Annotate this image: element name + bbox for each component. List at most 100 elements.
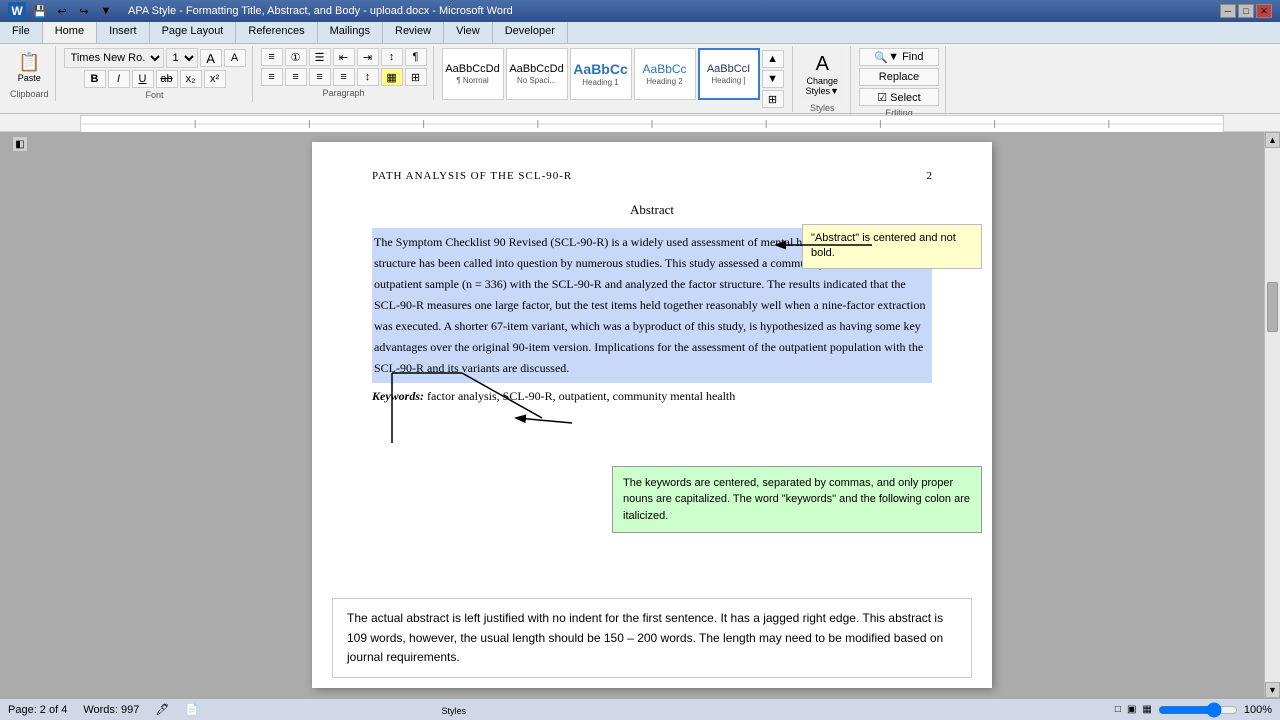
zoom-controls: □ ▣ ▦ 100% — [1115, 702, 1272, 718]
document-area: PATH ANALYSIS OF THE SCL-90-R 2 Abstract… — [40, 132, 1264, 698]
styles-more[interactable]: ⊞ — [762, 90, 784, 108]
select-label: ☑ Select — [877, 91, 921, 104]
track-changes-icon: 📄 — [185, 703, 199, 716]
replace-button[interactable]: Replace — [859, 68, 939, 86]
italic-button[interactable]: I — [108, 70, 130, 88]
style-no-spacing[interactable]: AaBbCcDd No Spaci... — [506, 48, 568, 100]
ruler — [80, 115, 1224, 131]
scroll-thumb[interactable] — [1267, 282, 1278, 332]
close-button[interactable]: ✕ — [1256, 4, 1272, 18]
style-h3-label: Heading ] — [711, 76, 745, 85]
save-button[interactable]: 💾 — [30, 3, 50, 19]
change-styles-label: ChangeStyles▼ — [806, 76, 839, 96]
annotation-keywords: The keywords are centered, separated by … — [612, 466, 982, 534]
scroll-track[interactable] — [1265, 148, 1280, 682]
change-styles-icon: A — [816, 53, 829, 76]
ribbon-content: 📋 Paste Clipboard Times New Ro... 12 A A… — [0, 44, 1280, 114]
change-styles-button[interactable]: A ChangeStyles▼ — [801, 48, 844, 101]
style-normal[interactable]: AaBbCcDd ¶ Normal — [442, 48, 504, 100]
status-bar: Page: 2 of 4 Words: 997 🖊 📄 □ ▣ ▦ 100% — [0, 698, 1280, 720]
tab-mailings[interactable]: Mailings — [318, 22, 383, 43]
view-single-button[interactable]: □ — [1115, 704, 1121, 715]
zoom-level: 100% — [1244, 704, 1272, 716]
tab-insert[interactable]: Insert — [97, 22, 150, 43]
title-bar-left: W 💾 ↩ ↪ ▼ APA Style - Formatting Title, … — [8, 2, 513, 20]
paragraph-group: ≡ ① ☰ ⇤ ⇥ ↕ ¶ ≡ ≡ ≡ ≡ ↕ ▦ ⊞ Paragraph — [255, 46, 434, 100]
styles-group-label: Styles — [810, 101, 835, 113]
style-heading3[interactable]: AaBbCcI Heading ] — [698, 48, 760, 100]
tab-developer[interactable]: Developer — [493, 22, 568, 43]
show-formatting-button[interactable]: ¶ — [405, 48, 427, 66]
subscript-button[interactable]: x₂ — [180, 70, 202, 88]
window-controls: ─ □ ✕ — [1220, 4, 1272, 18]
tab-page-layout[interactable]: Page Layout — [150, 22, 237, 43]
quick-access-toolbar: 💾 ↩ ↪ ▼ — [30, 3, 116, 19]
font-selector[interactable]: Times New Ro... — [64, 48, 164, 68]
border-button[interactable]: ⊞ — [405, 68, 427, 86]
outdent-button[interactable]: ⇤ — [333, 48, 355, 66]
main-area: ◧ PATH ANALYSIS OF THE SCL-90-R 2 Abstra… — [0, 132, 1280, 698]
styles-group: AaBbCcDd ¶ Normal AaBbCcDd No Spaci... A… — [436, 46, 793, 112]
styles-up[interactable]: ▲ — [762, 50, 784, 68]
left-sidebar-icon: ◧ — [12, 136, 28, 152]
paragraph-label: Paragraph — [323, 86, 365, 98]
style-heading2[interactable]: AaBbCc Heading 2 — [634, 48, 696, 100]
align-right-button[interactable]: ≡ — [309, 68, 331, 86]
align-center-button[interactable]: ≡ — [285, 68, 307, 86]
editing-group: 🔍 ▼ Find Replace ☑ Select Editing — [853, 46, 946, 120]
tab-references[interactable]: References — [236, 22, 317, 43]
superscript-button[interactable]: x² — [204, 70, 226, 88]
undo-button[interactable]: ↩ — [52, 3, 72, 19]
view-web-button[interactable]: ▦ — [1142, 704, 1151, 715]
tab-review[interactable]: Review — [383, 22, 444, 43]
tab-home[interactable]: Home — [43, 22, 97, 43]
paste-label: Paste — [18, 73, 41, 83]
shading-button[interactable]: ▦ — [381, 68, 403, 86]
select-button[interactable]: ☑ Select — [859, 88, 939, 106]
find-button[interactable]: 🔍 ▼ Find — [859, 48, 939, 66]
styles-nav: ▲ ▼ ⊞ — [760, 48, 786, 110]
styles-down[interactable]: ▼ — [762, 70, 784, 88]
line-spacing-button[interactable]: ↕ — [357, 68, 379, 86]
grow-font-button[interactable]: A — [200, 49, 222, 67]
zoom-slider[interactable] — [1158, 702, 1238, 718]
scroll-down-button[interactable]: ▼ — [1265, 682, 1280, 698]
bullets-button[interactable]: ≡ — [261, 48, 283, 66]
language-icon: 🖊 — [155, 703, 169, 716]
font-group: Times New Ro... 12 A A B I U ab x₂ x² Fo… — [58, 46, 253, 102]
paste-button[interactable]: 📋 Paste — [14, 48, 45, 87]
right-scrollbar: ▲ ▼ — [1264, 132, 1280, 698]
header-left: PATH ANALYSIS OF THE SCL-90-R — [372, 170, 572, 182]
qa-dropdown[interactable]: ▼ — [96, 3, 116, 19]
minimize-button[interactable]: ─ — [1220, 4, 1236, 18]
scroll-up-button[interactable]: ▲ — [1265, 132, 1280, 148]
style-normal-label: ¶ Normal — [456, 76, 488, 85]
title-bar: W 💾 ↩ ↪ ▼ APA Style - Formatting Title, … — [0, 0, 1280, 22]
indent-button[interactable]: ⇥ — [357, 48, 379, 66]
style-nospacing-label: No Spaci... — [517, 76, 556, 85]
styles-buttons: AaBbCcDd ¶ Normal AaBbCcDd No Spaci... A… — [442, 48, 760, 100]
multilevel-button[interactable]: ☰ — [309, 48, 331, 66]
style-h2-preview: AaBbCc — [643, 62, 687, 76]
para-row1: ≡ ① ☰ ⇤ ⇥ ↕ ¶ — [261, 48, 427, 66]
justify-button[interactable]: ≡ — [333, 68, 355, 86]
tab-file[interactable]: File — [0, 22, 43, 43]
bold-button[interactable]: B — [84, 70, 106, 88]
strikethrough-button[interactable]: ab — [156, 70, 178, 88]
numbering-button[interactable]: ① — [285, 48, 307, 66]
style-heading1[interactable]: AaBbCc Heading 1 — [570, 48, 632, 100]
word-icon: W — [8, 2, 26, 20]
underline-button[interactable]: U — [132, 70, 154, 88]
maximize-button[interactable]: □ — [1238, 4, 1254, 18]
view-double-button[interactable]: ▣ — [1127, 704, 1136, 715]
redo-button[interactable]: ↪ — [74, 3, 94, 19]
shrink-font-button[interactable]: A — [224, 49, 246, 67]
info-box: The actual abstract is left justified wi… — [332, 598, 972, 678]
style-h1-label: Heading 1 — [582, 78, 618, 87]
font-size-selector[interactable]: 12 — [166, 48, 198, 68]
tab-view[interactable]: View — [444, 22, 493, 43]
change-styles-group: A ChangeStyles▼ Styles — [795, 46, 851, 115]
sort-button[interactable]: ↕ — [381, 48, 403, 66]
align-left-button[interactable]: ≡ — [261, 68, 283, 86]
arrow-keywords-svg — [342, 363, 682, 453]
